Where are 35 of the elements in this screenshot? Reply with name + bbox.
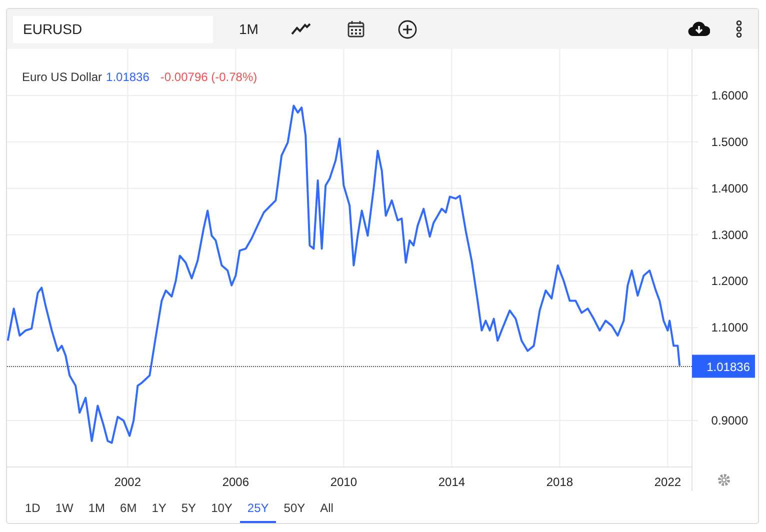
range-tab[interactable]: 50Y: [276, 494, 312, 523]
range-tab[interactable]: All: [313, 494, 340, 523]
y-axis-label: 1.1000: [711, 320, 748, 335]
download-icon[interactable]: [688, 21, 710, 37]
calendar-icon[interactable]: [347, 20, 366, 38]
range-tab[interactable]: 6M: [113, 494, 144, 523]
range-tab[interactable]: 25Y: [240, 494, 276, 523]
interval-button[interactable]: 1M: [239, 21, 258, 37]
range-tab[interactable]: 1D: [18, 494, 48, 523]
instrument-name: Euro US Dollar: [22, 70, 102, 84]
symbol-field[interactable]: EURUSD: [13, 16, 213, 42]
range-tab[interactable]: 1W: [48, 494, 80, 523]
x-axis-label: 2006: [222, 475, 250, 489]
price-change: -0.00796 (-0.78%): [160, 70, 258, 84]
x-axis-label: 2014: [438, 475, 466, 489]
range-tab[interactable]: 1Y: [144, 494, 174, 523]
settings-icon[interactable]: [718, 474, 730, 486]
x-axis-label: 2018: [546, 475, 574, 489]
price-badge: 1.01836: [692, 354, 755, 378]
line-chart-icon[interactable]: [291, 22, 312, 36]
y-axis-label: 1.5000: [711, 134, 748, 149]
y-axis-label: 0.9000: [711, 414, 748, 428]
range-tab[interactable]: 1M: [81, 494, 112, 523]
x-axis-label: 2002: [114, 475, 142, 489]
add-icon[interactable]: [398, 20, 418, 38]
more-icon[interactable]: [736, 20, 742, 38]
y-axis-label: 1.2000: [711, 274, 748, 288]
x-axis-label: 2010: [330, 475, 358, 489]
y-axis-label: 1.4000: [711, 181, 748, 196]
range-tab[interactable]: 10Y: [204, 494, 240, 523]
y-axis-label: 1.6000: [711, 88, 748, 102]
y-axis-label: 1.3000: [711, 228, 748, 242]
x-axis-label: 2022: [654, 475, 682, 489]
range-tab[interactable]: 5Y: [174, 494, 204, 523]
price-value: 1.01836: [106, 70, 150, 84]
